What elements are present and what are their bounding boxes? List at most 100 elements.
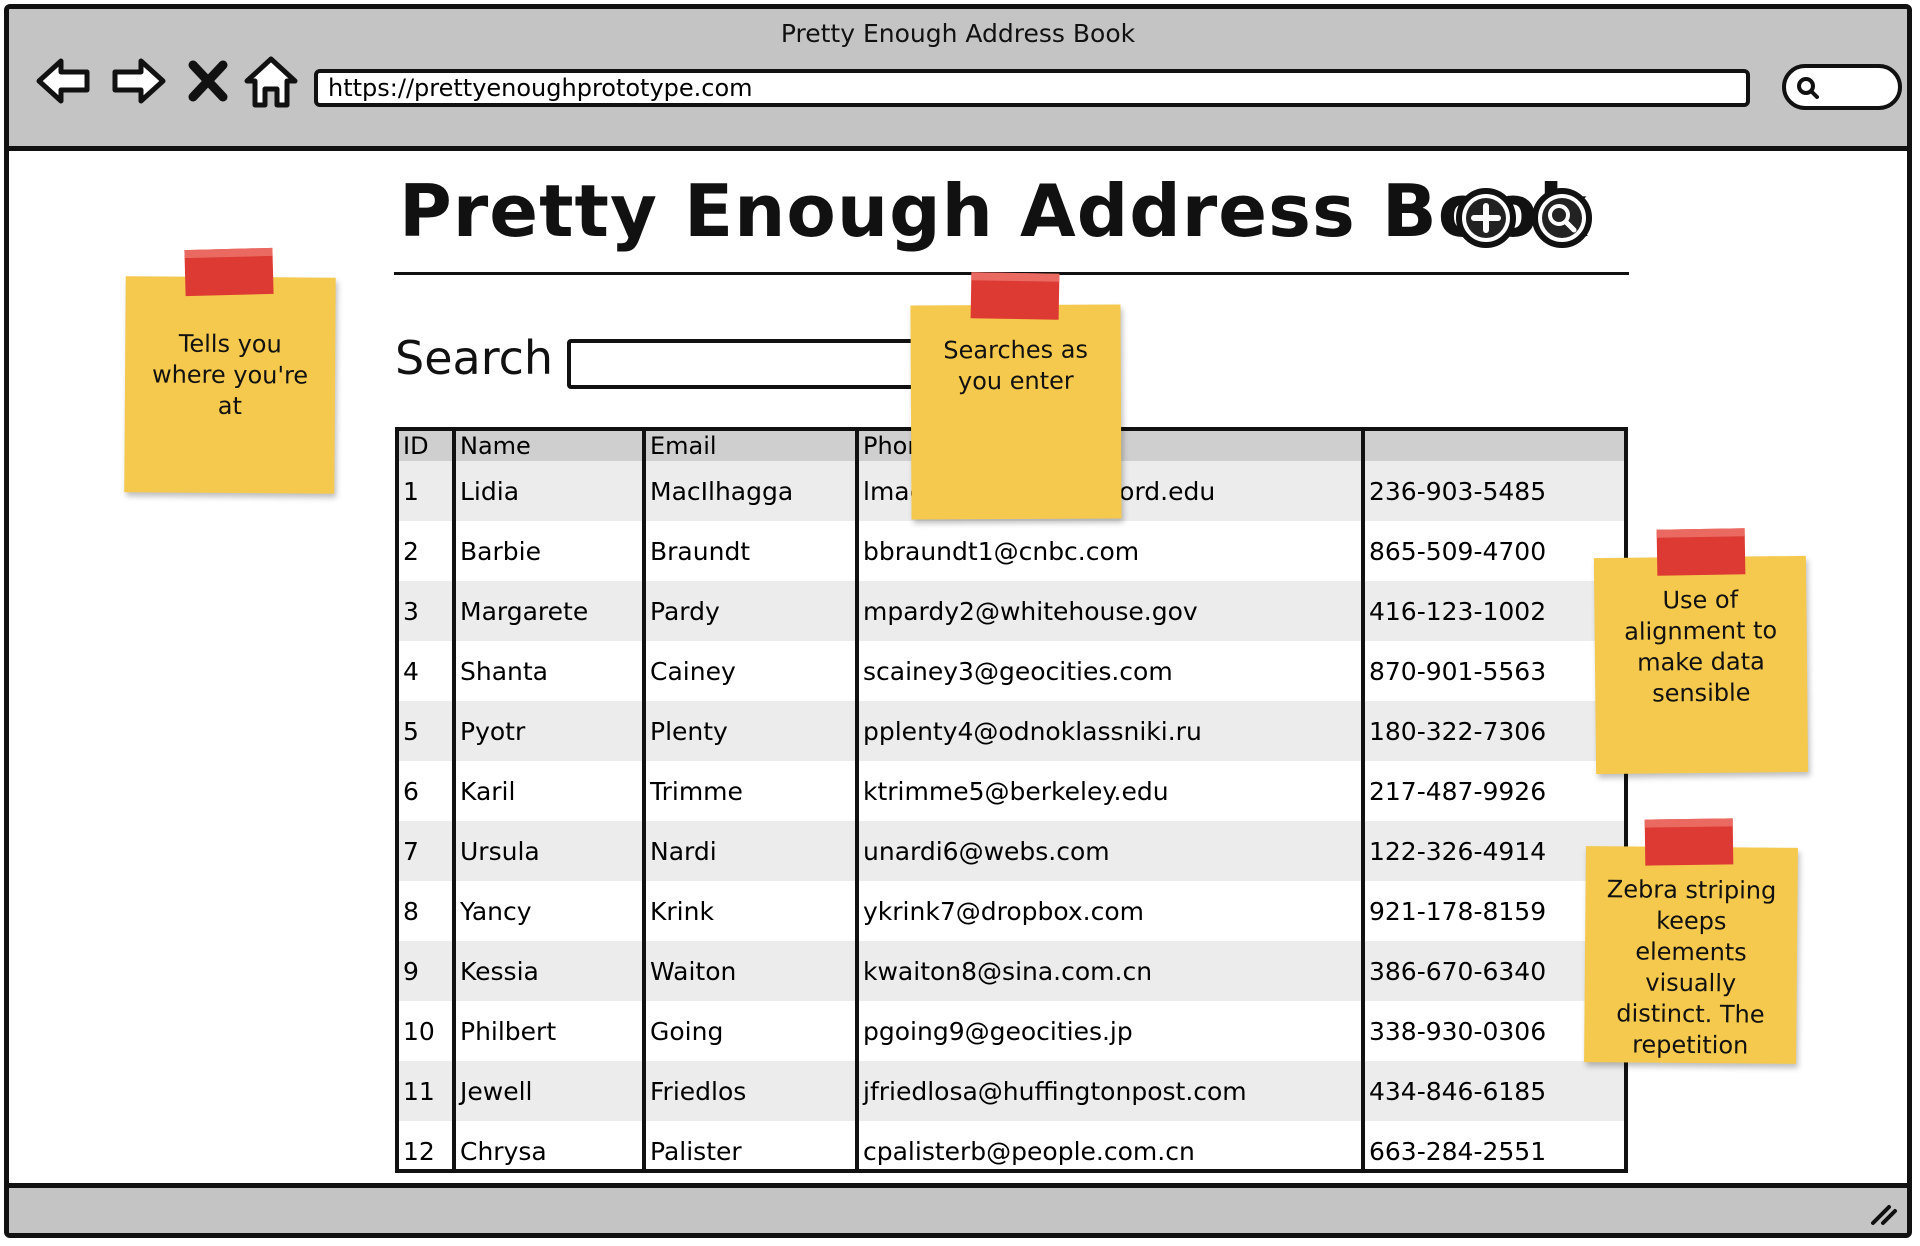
sticky-tape (1656, 528, 1746, 576)
sticky-note-location: Tells you where you're at (124, 276, 336, 494)
table-row[interactable]: 10 Philbert Going pgoing9@geocities.jp 3… (399, 1001, 1624, 1061)
cell-surname: Krink (642, 881, 857, 941)
cell-name: Pyotr (452, 701, 644, 761)
resize-grip[interactable] (1865, 1193, 1899, 1227)
cell-email: ykrink7@dropbox.com (855, 881, 1363, 941)
cell-name: Kessia (452, 941, 644, 1001)
cell-name: Barbie (452, 521, 644, 581)
home-icon (244, 56, 298, 108)
cell-id: 9 (399, 941, 454, 1001)
cell-phone: 416-123-1002 (1361, 581, 1624, 641)
table-row[interactable]: 7 Ursula Nardi unardi6@webs.com 122-326-… (399, 821, 1624, 881)
table-row[interactable]: 9 Kessia Waiton kwaiton8@sina.com.cn 386… (399, 941, 1624, 1001)
add-contact-button[interactable] (1454, 186, 1518, 250)
cell-phone: 236-903-5485 (1361, 461, 1624, 521)
cell-email: pgoing9@geocities.jp (855, 1001, 1363, 1061)
cell-name: Philbert (452, 1001, 644, 1061)
cell-surname: Braundt (642, 521, 857, 581)
browser-search-field[interactable] (1782, 64, 1902, 110)
cell-id: 12 (399, 1121, 454, 1169)
cell-phone: 870-901-5563 (1361, 641, 1624, 701)
cell-surname: Nardi (642, 821, 857, 881)
sticky-note-alignment: Use of alignment to make data sensible (1593, 555, 1809, 775)
sticky-tape (970, 272, 1060, 320)
cell-email: kwaiton8@sina.com.cn (855, 941, 1363, 1001)
cell-id: 3 (399, 581, 454, 641)
cell-surname: Pardy (642, 581, 857, 641)
sticky-note-text: Tells you where you're at (151, 329, 309, 421)
column-header-email[interactable]: Email (642, 431, 857, 461)
column-header-name[interactable]: Name (452, 431, 644, 461)
forward-button[interactable] (109, 51, 169, 111)
add-icon (1456, 188, 1516, 248)
cell-email: scainey3@geocities.com (855, 641, 1363, 701)
browser-window: Pretty Enough Address Book https://prett… (4, 4, 1912, 1238)
browser-statusbar (9, 1183, 1907, 1233)
table-row[interactable]: 5 Pyotr Plenty pplenty4@odnoklassniki.ru… (399, 701, 1624, 761)
cell-id: 4 (399, 641, 454, 701)
close-icon (188, 60, 228, 102)
cell-id: 11 (399, 1061, 454, 1121)
cell-phone: 217-487-9926 (1361, 761, 1624, 821)
cell-id: 5 (399, 701, 454, 761)
forward-arrow-icon (112, 58, 166, 104)
cell-surname: Cainey (642, 641, 857, 701)
cell-surname: Friedlos (642, 1061, 857, 1121)
cell-email: bbraundt1@cnbc.com (855, 521, 1363, 581)
cell-id: 6 (399, 761, 454, 821)
cell-id: 1 (399, 461, 454, 521)
cell-email: cpalisterb@people.com.cn (855, 1121, 1363, 1169)
sticky-note-text: Use of alignment to make data sensible (1624, 585, 1778, 708)
resize-grip-icon (1871, 1205, 1897, 1225)
page-title: Pretty Enough Address Book (399, 169, 1588, 253)
cell-name: Margarete (452, 581, 644, 641)
cell-email: jfriedlosa@huffingtonpost.com (855, 1061, 1363, 1121)
cell-email: pplenty4@odnoklassniki.ru (855, 701, 1363, 761)
search-icon (1532, 188, 1592, 248)
cell-id: 10 (399, 1001, 454, 1061)
cell-phone: 865-509-4700 (1361, 521, 1624, 581)
home-button[interactable] (241, 51, 301, 111)
cell-id: 2 (399, 521, 454, 581)
cell-email: unardi6@webs.com (855, 821, 1363, 881)
cell-name: Chrysa (452, 1121, 644, 1169)
address-bar[interactable]: https://prettyenoughprototype.com (314, 69, 1750, 107)
table-row[interactable]: 11 Jewell Friedlos jfriedlosa@huffington… (399, 1061, 1624, 1121)
table-row[interactable]: 6 Karil Trimme ktrimme5@berkeley.edu 217… (399, 761, 1624, 821)
search-contacts-button[interactable] (1530, 186, 1594, 250)
cell-name: Yancy (452, 881, 644, 941)
cell-surname: MacIlhagga (642, 461, 857, 521)
cell-phone: 180-322-7306 (1361, 701, 1624, 761)
table-row[interactable]: 8 Yancy Krink ykrink7@dropbox.com 921-17… (399, 881, 1624, 941)
cell-surname: Trimme (642, 761, 857, 821)
column-header-id[interactable]: ID (399, 431, 454, 461)
sticky-note-text: Searches as you enter (943, 335, 1089, 396)
search-icon (1797, 77, 1819, 99)
stop-button[interactable] (185, 51, 231, 111)
table-row[interactable]: 4 Shanta Cainey scainey3@geocities.com 8… (399, 641, 1624, 701)
sticky-note-zebra: Zebra striping keeps elements visually d… (1584, 846, 1798, 1064)
cell-email: mpardy2@whitehouse.gov (855, 581, 1363, 641)
cell-name: Karil (452, 761, 644, 821)
cell-id: 8 (399, 881, 454, 941)
back-arrow-icon (36, 58, 90, 104)
cell-surname: Palister (642, 1121, 857, 1169)
cell-name: Jewell (452, 1061, 644, 1121)
search-input[interactable] (567, 339, 937, 389)
cell-phone: 434-846-6185 (1361, 1061, 1624, 1121)
window-title: Pretty Enough Address Book (780, 19, 1136, 48)
cell-id: 7 (399, 821, 454, 881)
cell-name: Ursula (452, 821, 644, 881)
table-row[interactable]: 3 Margarete Pardy mpardy2@whitehouse.gov… (399, 581, 1624, 641)
sticky-note-search: Searches as you enter (910, 304, 1122, 520)
column-header-extra[interactable] (1361, 431, 1624, 461)
back-button[interactable] (33, 51, 93, 111)
cell-surname: Waiton (642, 941, 857, 1001)
sticky-note-text: Zebra striping keeps elements visually d… (1606, 875, 1777, 1060)
cell-surname: Plenty (642, 701, 857, 761)
table-row[interactable]: 2 Barbie Braundt bbraundt1@cnbc.com 865-… (399, 521, 1624, 581)
browser-titlebar: Pretty Enough Address Book https://prett… (9, 9, 1907, 151)
table-row[interactable]: 12 Chrysa Palister cpalisterb@people.com… (399, 1121, 1624, 1169)
sticky-tape (1644, 818, 1734, 866)
cell-email: ktrimme5@berkeley.edu (855, 761, 1363, 821)
